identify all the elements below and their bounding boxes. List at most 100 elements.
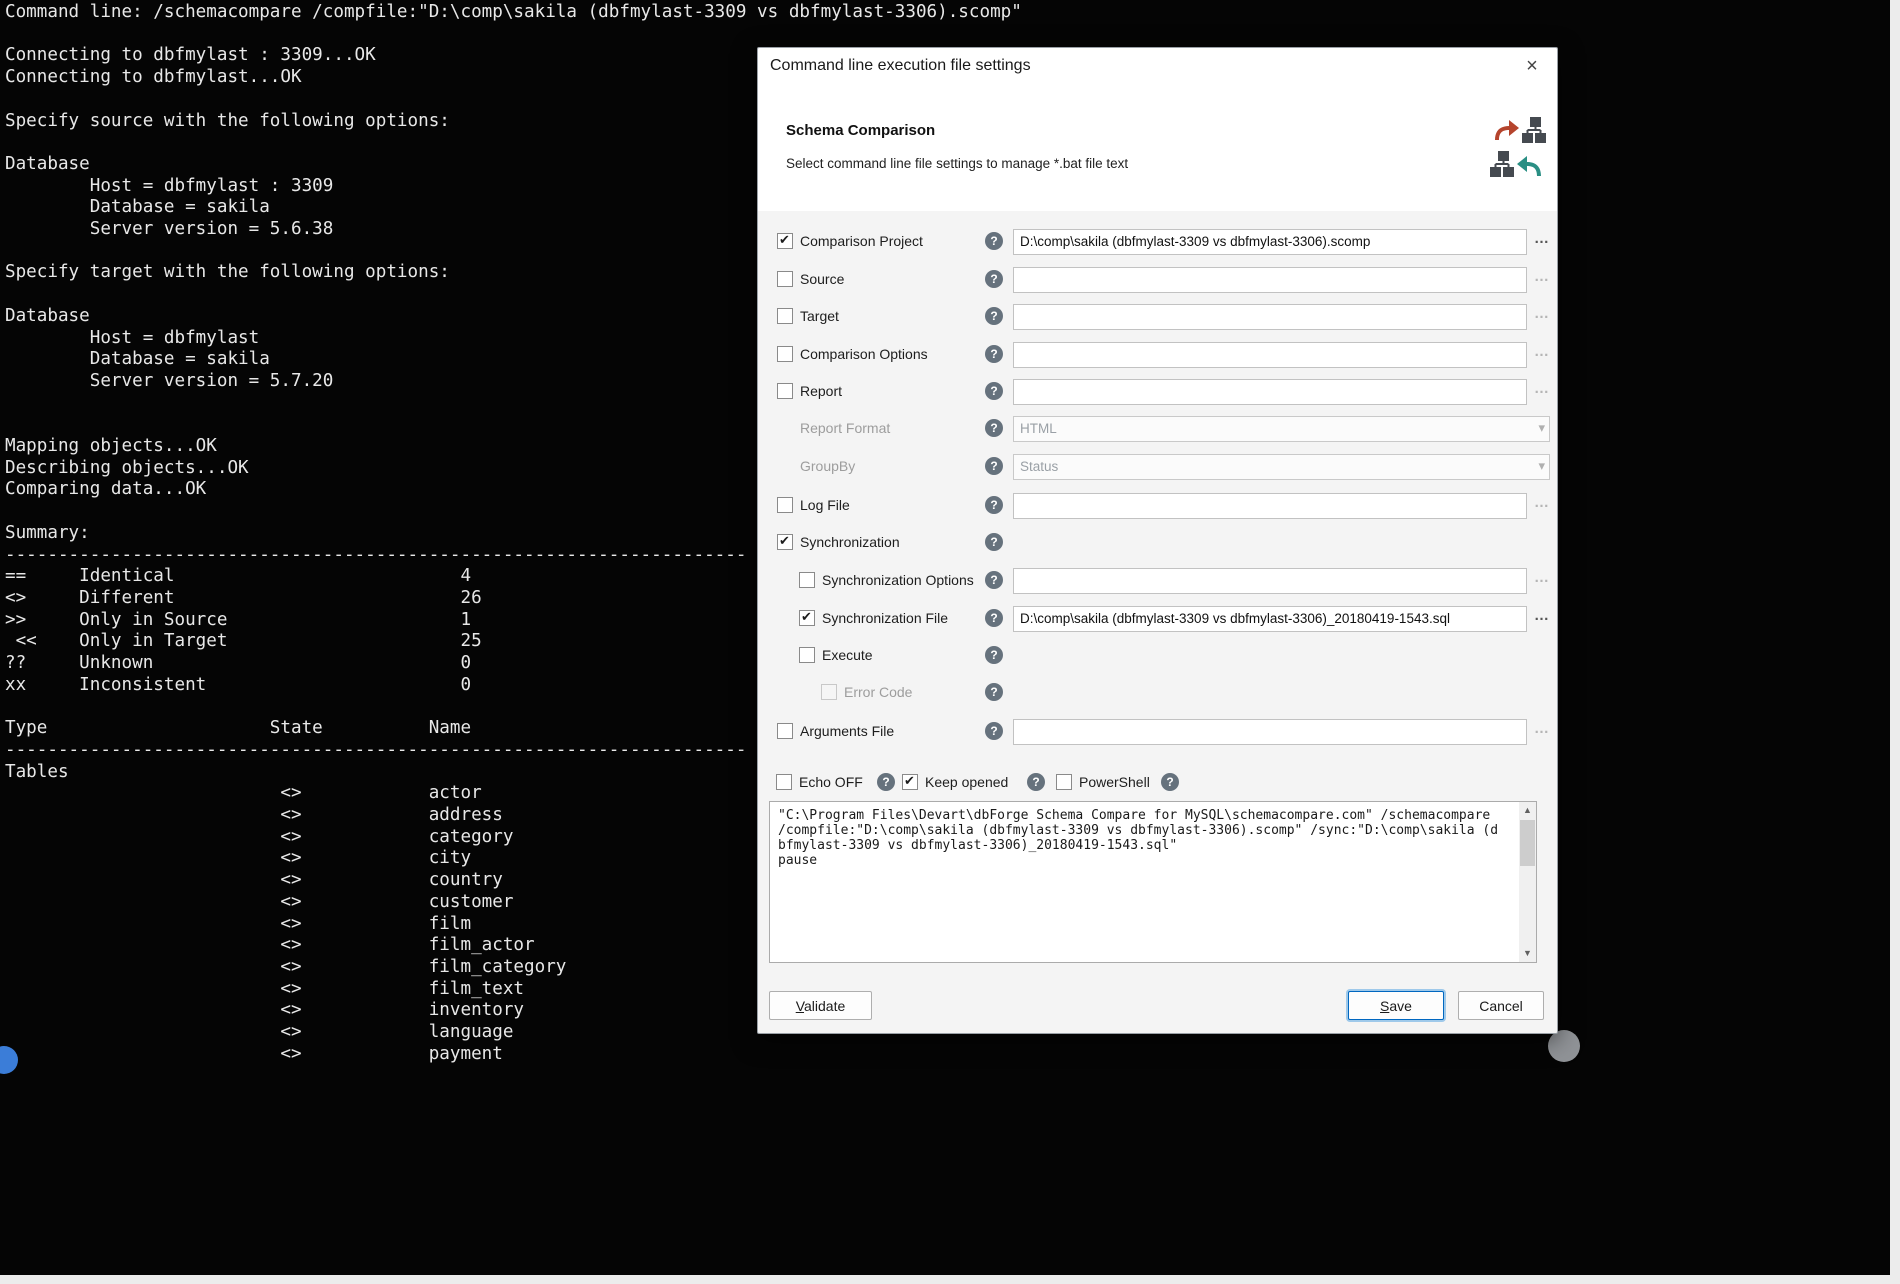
screen: Command line: /schemacompare /compfile:"… [0, 0, 1900, 1284]
echo-off-checkbox[interactable] [776, 774, 792, 790]
help-icon[interactable]: ? [985, 307, 1003, 325]
command-line-execution-settings-dialog: Command line execution file settings × S… [757, 47, 1558, 1034]
execute-checkbox[interactable] [799, 647, 815, 663]
report-checkbox[interactable] [777, 383, 793, 399]
chevron-down-icon: ▾ [1538, 420, 1545, 436]
arguments-file-label: Arguments File [800, 723, 894, 739]
help-icon[interactable]: ? [985, 496, 1003, 514]
log-file-input[interactable] [1013, 493, 1527, 519]
browse-icon[interactable]: … [1529, 379, 1555, 405]
browse-icon[interactable]: … [1529, 719, 1555, 745]
powershell-label: PowerShell [1079, 774, 1150, 790]
synchronization-file-checkbox[interactable] [799, 610, 815, 626]
row-groupby: GroupBy ? Status ▾ [758, 454, 1557, 480]
target-input[interactable] [1013, 304, 1527, 330]
dialog-titlebar[interactable]: Command line execution file settings × [758, 48, 1557, 86]
help-icon[interactable]: ? [985, 683, 1003, 701]
cursor-highlight-artifact [1548, 1030, 1580, 1062]
scrollbar[interactable]: ▲ ▼ [1519, 802, 1536, 962]
window-edge-bottom [0, 1275, 1900, 1284]
synchronization-options-label: Synchronization Options [822, 572, 974, 588]
browse-icon[interactable]: … [1529, 267, 1555, 293]
help-icon[interactable]: ? [985, 270, 1003, 288]
help-icon[interactable]: ? [985, 722, 1003, 740]
row-synchronization-file: Synchronization File ? D:\comp\sakila (d… [758, 606, 1557, 632]
row-report-format: Report Format ? HTML ▾ [758, 416, 1557, 442]
synchronization-file-label: Synchronization File [822, 610, 948, 626]
help-icon[interactable]: ? [1027, 773, 1045, 791]
help-icon[interactable]: ? [985, 382, 1003, 400]
help-icon[interactable]: ? [985, 457, 1003, 475]
row-comparison-options: Comparison Options ? … [758, 342, 1557, 368]
help-icon[interactable]: ? [985, 232, 1003, 250]
validate-button[interactable]: Validate [769, 991, 872, 1020]
row-target: Target ? … [758, 304, 1557, 330]
row-source: Source ? … [758, 267, 1557, 293]
synchronization-options-checkbox[interactable] [799, 572, 815, 588]
row-log-file: Log File ? … [758, 493, 1557, 519]
scroll-up-icon[interactable]: ▲ [1519, 802, 1536, 819]
row-synchronization: Synchronization ? [758, 530, 1557, 556]
comparison-options-input[interactable] [1013, 342, 1527, 368]
row-comparison-project: Comparison Project ? D:\comp\sakila (dbf… [758, 229, 1557, 255]
help-icon[interactable]: ? [985, 609, 1003, 627]
keep-opened-checkbox[interactable] [902, 774, 918, 790]
browse-icon[interactable]: … [1529, 606, 1555, 632]
help-icon[interactable]: ? [1161, 773, 1179, 791]
help-icon[interactable]: ? [985, 646, 1003, 664]
help-icon[interactable]: ? [985, 419, 1003, 437]
browse-icon[interactable]: … [1529, 493, 1555, 519]
target-label: Target [800, 308, 839, 324]
target-checkbox[interactable] [777, 308, 793, 324]
comparison-options-label: Comparison Options [800, 346, 928, 362]
execute-label: Execute [822, 647, 873, 663]
help-icon[interactable]: ? [985, 345, 1003, 363]
groupby-label: GroupBy [800, 458, 855, 474]
help-icon[interactable]: ? [985, 533, 1003, 551]
bat-file-text: "C:\Program Files\Devart\dbForge Schema … [770, 802, 1512, 874]
browse-icon[interactable]: … [1529, 342, 1555, 368]
report-label: Report [800, 383, 842, 399]
schema-compare-sync-icon [1489, 116, 1547, 180]
row-report: Report ? … [758, 379, 1557, 405]
close-icon[interactable]: × [1519, 53, 1545, 79]
keep-opened-label: Keep opened [925, 774, 1008, 790]
chevron-down-icon: ▾ [1538, 458, 1545, 474]
comparison-project-checkbox[interactable] [777, 233, 793, 249]
row-arguments-file: Arguments File ? … [758, 719, 1557, 745]
source-checkbox[interactable] [777, 271, 793, 287]
arguments-file-checkbox[interactable] [777, 723, 793, 739]
report-input[interactable] [1013, 379, 1527, 405]
log-file-label: Log File [800, 497, 850, 513]
browse-icon[interactable]: … [1529, 568, 1555, 594]
browse-icon[interactable]: … [1529, 304, 1555, 330]
comparison-project-label: Comparison Project [800, 233, 923, 249]
comparison-project-input[interactable]: D:\comp\sakila (dbfmylast-3309 vs dbfmyl… [1013, 229, 1527, 255]
report-format-label: Report Format [800, 420, 890, 436]
schema-comparison-subtitle: Select command line file settings to man… [786, 156, 1128, 171]
save-button[interactable]: Save [1348, 991, 1444, 1020]
echo-off-label: Echo OFF [799, 774, 863, 790]
synchronization-options-input[interactable] [1013, 568, 1527, 594]
source-input[interactable] [1013, 267, 1527, 293]
browse-icon[interactable]: … [1529, 229, 1555, 255]
scrollbar-thumb[interactable] [1520, 820, 1535, 866]
help-icon[interactable]: ? [877, 773, 895, 791]
source-label: Source [800, 271, 844, 287]
window-edge-right [1890, 0, 1900, 1284]
synchronization-file-input[interactable]: D:\comp\sakila (dbfmylast-3309 vs dbfmyl… [1013, 606, 1527, 632]
arguments-file-input[interactable] [1013, 719, 1527, 745]
dialog-header: Schema Comparison Select command line fi… [758, 86, 1557, 211]
row-bat-options: Echo OFF ? Keep opened ? PowerShell ? [758, 770, 1557, 796]
powershell-checkbox[interactable] [1056, 774, 1072, 790]
report-format-dropdown: HTML ▾ [1013, 416, 1550, 442]
help-icon[interactable]: ? [985, 571, 1003, 589]
log-file-checkbox[interactable] [777, 497, 793, 513]
cancel-button[interactable]: Cancel [1458, 991, 1544, 1020]
row-error-code: Error Code ? [758, 680, 1557, 706]
synchronization-checkbox[interactable] [777, 534, 793, 550]
comparison-options-checkbox[interactable] [777, 346, 793, 362]
scroll-down-icon[interactable]: ▼ [1519, 945, 1536, 962]
bat-file-preview[interactable]: "C:\Program Files\Devart\dbForge Schema … [769, 801, 1537, 963]
error-code-label: Error Code [844, 684, 912, 700]
